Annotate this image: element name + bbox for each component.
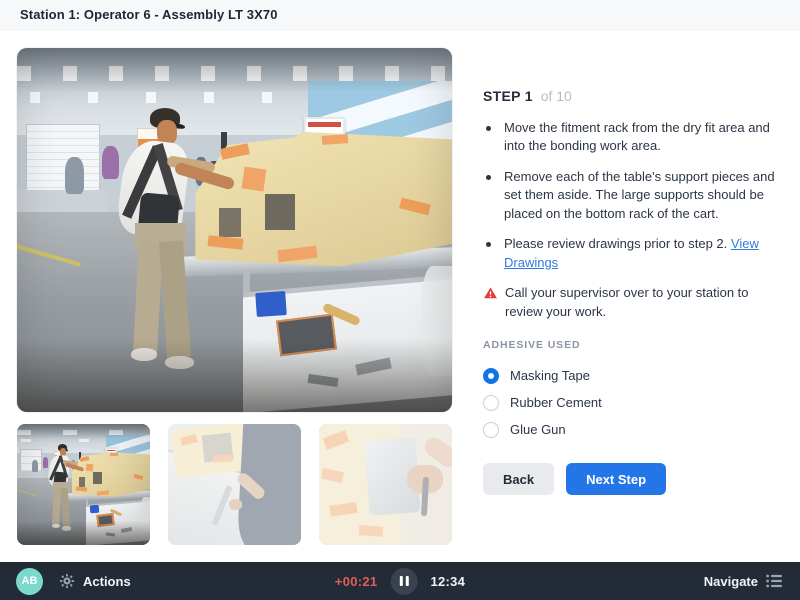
warning-icon <box>483 286 498 300</box>
radio-option-masking-tape[interactable]: Masking Tape <box>483 362 783 389</box>
adhesive-used-label: ADHESIVE USED <box>483 339 783 351</box>
radio-icon <box>483 422 499 438</box>
radio-label: Rubber Cement <box>510 395 602 410</box>
radio-icon <box>483 368 499 384</box>
list-menu-icon <box>766 574 782 588</box>
work-instruction-app: Station 1: Operator 6 - Assembly LT 3X70 <box>0 0 800 600</box>
bullet-icon <box>486 242 491 247</box>
warning-text: Call your supervisor over to your statio… <box>505 284 783 321</box>
station-header: Station 1: Operator 6 - Assembly LT 3X70 <box>0 0 800 30</box>
pause-button[interactable] <box>390 568 417 595</box>
step-photo <box>17 48 452 412</box>
session-footer: AB Actions +00:21 12:34 <box>0 562 800 600</box>
navigate-button[interactable]: Navigate <box>704 574 782 589</box>
bullet-icon <box>486 175 491 180</box>
instruction-bullet-3: Please review drawings prior to step 2. … <box>483 235 783 272</box>
pause-icon <box>399 576 402 586</box>
overtime-timer: +00:21 <box>335 574 378 589</box>
elapsed-time: 12:34 <box>430 574 465 589</box>
gear-icon <box>59 573 75 589</box>
photo-thumbnails <box>17 424 452 545</box>
factory-scene-illustration <box>17 48 452 412</box>
radio-label: Masking Tape <box>510 368 590 383</box>
navigate-label: Navigate <box>704 574 758 589</box>
pause-icon <box>405 576 408 586</box>
actions-label: Actions <box>83 574 131 589</box>
radio-label: Glue Gun <box>510 422 566 437</box>
instruction-text: Please review drawings prior to step 2. … <box>504 235 783 272</box>
station-title: Station 1: Operator 6 - Assembly LT 3X70 <box>20 7 278 22</box>
back-button[interactable]: Back <box>483 463 554 495</box>
instruction-text: Move the fitment rack from the dry fit a… <box>504 119 783 156</box>
sc-vignette <box>17 48 452 412</box>
bullet-icon <box>486 126 491 131</box>
radio-icon <box>483 395 499 411</box>
timer-cluster: +00:21 12:34 <box>335 568 465 595</box>
factory-scene-illustration <box>17 424 150 545</box>
thumbnail-3[interactable] <box>319 424 452 545</box>
instruction-bullet-1: Move the fitment rack from the dry fit a… <box>483 119 783 156</box>
instruction-bullet-2: Remove each of the table's support piece… <box>483 168 783 223</box>
sc-vignette <box>17 424 150 545</box>
thumbnail-1-active[interactable] <box>17 424 150 545</box>
step-title: STEP 1 <box>483 88 533 104</box>
next-step-button[interactable]: Next Step <box>566 463 666 495</box>
radio-option-rubber-cement[interactable]: Rubber Cement <box>483 389 783 416</box>
actions-button[interactable]: Actions <box>59 573 131 589</box>
step-instructions-panel: STEP 1 of 10 Move the fitment rack from … <box>483 88 783 495</box>
radio-option-glue-gun[interactable]: Glue Gun <box>483 416 783 443</box>
step-heading: STEP 1 of 10 <box>483 88 783 104</box>
instruction-text: Remove each of the table's support piece… <box>504 168 783 223</box>
thumb-fade <box>319 424 452 545</box>
step-progress: of 10 <box>541 88 572 104</box>
step-navigation-buttons: Back Next Step <box>483 463 783 495</box>
avatar[interactable]: AB <box>16 568 43 595</box>
thumb-fade <box>168 424 301 545</box>
instruction-text: Please review drawings prior to step 2. <box>504 236 727 251</box>
supervisor-warning: Call your supervisor over to your statio… <box>483 284 783 321</box>
thumbnail-2[interactable] <box>168 424 301 545</box>
